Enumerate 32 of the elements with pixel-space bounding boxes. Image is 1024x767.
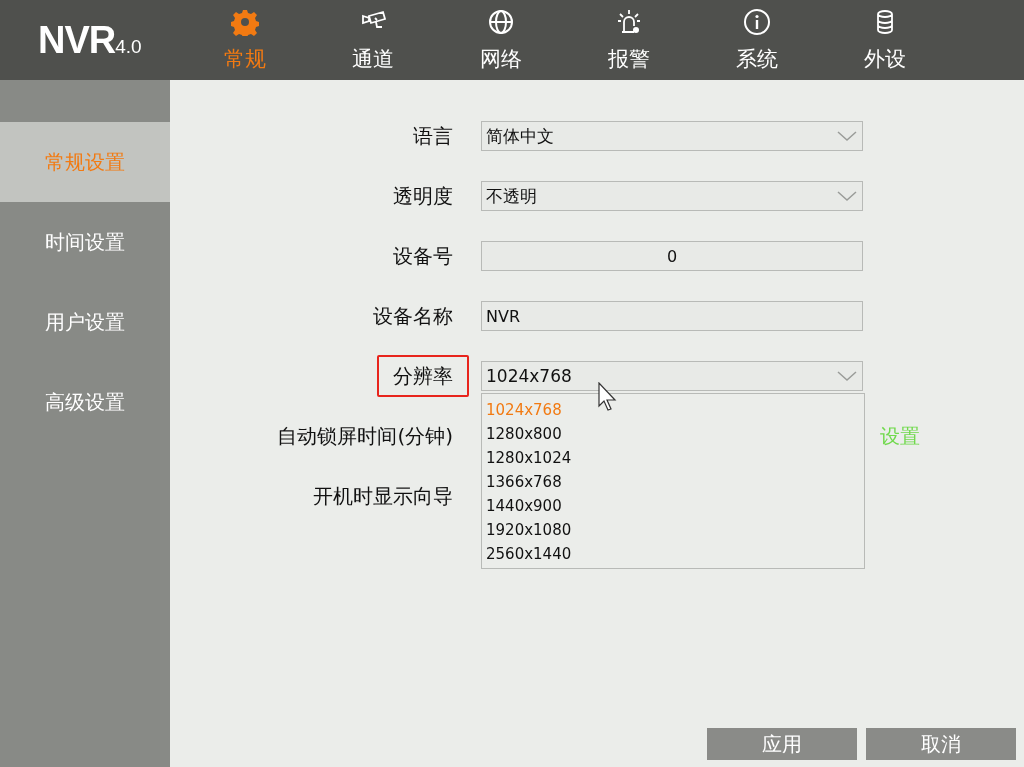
dropdown-option[interactable]: 1280x1024 <box>482 446 572 470</box>
chevron-down-icon <box>836 190 858 202</box>
nvr-logo: NVR4.0 <box>37 18 143 62</box>
globe-icon <box>487 8 515 36</box>
dropdown-option[interactable]: 1440x900 <box>482 494 562 518</box>
dropdown-field[interactable]: 不透明 <box>481 181 863 211</box>
input-field[interactable]: NVR <box>481 301 863 331</box>
input-field[interactable]: 0 <box>481 241 863 271</box>
menu-tab[interactable]: 通道 <box>309 0 437 80</box>
field-label: 分辨率 <box>377 355 469 397</box>
dropdown-field[interactable]: 简体中文 <box>481 121 863 151</box>
menu-tab[interactable]: 系统 <box>693 0 821 80</box>
field-label: 透明度 <box>392 183 454 210</box>
field-label: 开机时显示向导 <box>312 483 454 510</box>
info-icon <box>743 8 771 36</box>
menu-tab[interactable]: 外设 <box>821 0 949 80</box>
chevron-down-icon <box>836 130 858 142</box>
field-label: 自动锁屏时间(分钟) <box>276 423 454 450</box>
menu-tab[interactable]: 网络 <box>437 0 565 80</box>
dropdown-option[interactable]: 2560x1440 <box>482 542 572 566</box>
menu-tab[interactable]: 报警 <box>565 0 693 80</box>
chevron-down-icon <box>836 370 858 382</box>
mouse-pointer-icon <box>598 382 618 412</box>
gear-icon <box>231 8 259 36</box>
field-label: 设备名称 <box>372 303 454 330</box>
dropdown-field[interactable]: 1024x768 <box>481 361 863 391</box>
field-label: 设备号 <box>392 243 454 270</box>
dropdown-option[interactable]: 1920x1080 <box>482 518 572 542</box>
field-label: 语言 <box>412 123 454 150</box>
alarm-light-icon <box>615 8 643 36</box>
dropdown-option[interactable]: 1366x768 <box>482 470 562 494</box>
dropdown-option[interactable]: 1280x800 <box>482 422 562 446</box>
